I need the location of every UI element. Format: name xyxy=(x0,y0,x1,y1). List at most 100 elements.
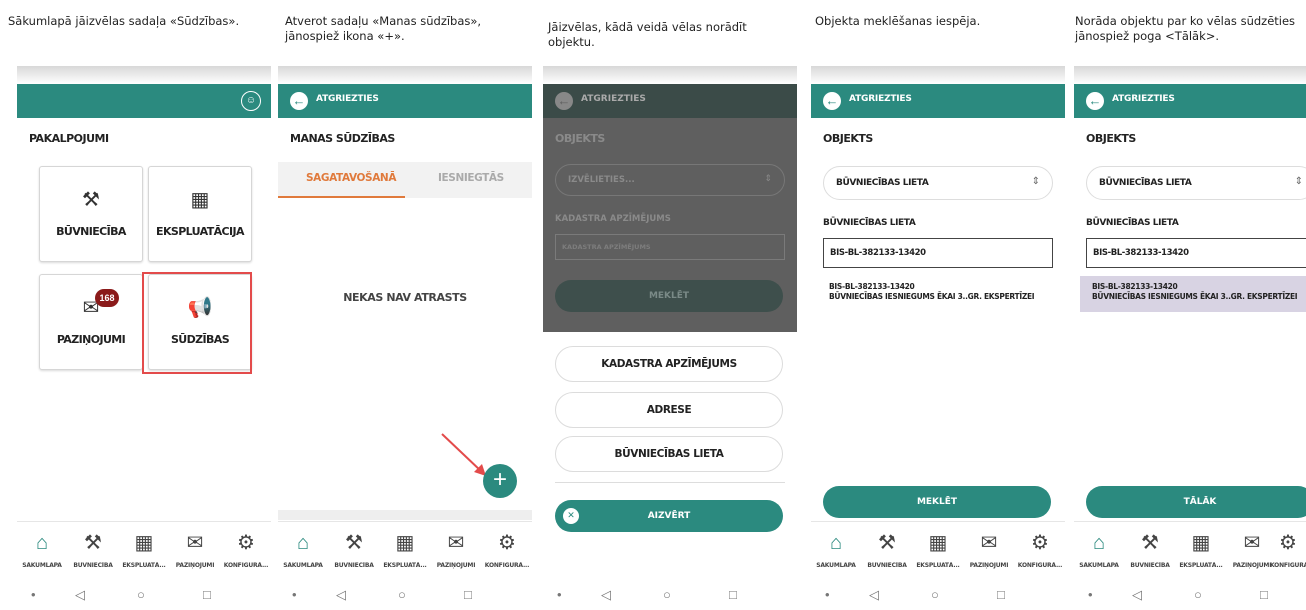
home-icon: ⌂ xyxy=(296,532,310,554)
nav-label: BŪVNIECĪBA xyxy=(867,562,907,569)
bottom-nav: ⌂ SĀKUMLAPA ⚒ BŪVNIECĪBA ▦ EKSPLUATĀ... ✉ PA… xyxy=(17,521,271,583)
nav-konfiguracija[interactable]: ⚙ KONFIGURĀ... xyxy=(221,530,271,569)
crane-icon: ⚒ xyxy=(1141,532,1159,554)
nav-label: PAZIŅOJUMI xyxy=(436,562,476,569)
object-type-select[interactable]: BŪVNIECĪBAS LIETA ⇕ xyxy=(823,166,1053,200)
tile-label: BŪVNIECĪBA xyxy=(56,225,126,238)
bottom-nav: ⌂ SĀKUMLAPA ⚒ BŪVNIECĪBA ▦ EKSPLUATĀ... ✉ PA… xyxy=(811,521,1065,583)
home-circle-icon[interactable]: ○ xyxy=(931,587,939,602)
nav-label: KONFIGURĀ... xyxy=(223,562,269,569)
caption-step-5: Norāda objektu par ko vēlas sūdzēties jā… xyxy=(1075,14,1296,43)
crane-icon: ⚒ xyxy=(84,532,102,554)
nav-ekspluatacija[interactable]: ▦ EKSPLUATĀ... xyxy=(1176,530,1226,569)
search-button[interactable]: MEKLĒT xyxy=(823,486,1051,518)
recents-square-icon[interactable]: □ xyxy=(729,587,737,602)
nav-ekspluatacija[interactable]: ▦ EKSPLUATĀ... xyxy=(913,530,963,569)
back-triangle-icon[interactable]: ◁ xyxy=(869,587,879,603)
home-circle-icon[interactable]: ○ xyxy=(398,587,406,602)
back-label[interactable]: ATGRIEZTIES xyxy=(849,94,912,104)
back-triangle-icon[interactable]: ◁ xyxy=(75,587,85,603)
building-icon: ▦ xyxy=(928,532,948,554)
select-placeholder: IZVĒLIETIES... xyxy=(568,175,635,185)
back-arrow-icon: ← xyxy=(555,92,573,110)
recents-square-icon[interactable]: □ xyxy=(464,587,472,602)
home-icon: ⌂ xyxy=(829,532,843,554)
status-bar xyxy=(17,66,271,84)
tile-buvnieciba[interactable]: ⚒ BŪVNIECĪBA xyxy=(39,166,143,262)
nav-label: EKSPLUATĀ... xyxy=(1179,562,1223,569)
nav-label: KONFIGURĀ... xyxy=(484,562,530,569)
screen-home: ☺ PAKALPOJUMI ⚒ BŪVNIECĪBA ▦ EKSPLUATĀCI… xyxy=(17,66,271,610)
screen-object-selected: ← ATGRIEZTIES OBJEKTS BŪVNIECĪBAS LIETA … xyxy=(1074,66,1306,610)
search-result[interactable]: BIS-BL-382133-13420 BŪVNIECĪBAS IESNIEGU… xyxy=(823,276,1065,308)
crane-icon: ⚒ xyxy=(878,532,896,554)
building-icon: ▦ xyxy=(395,532,415,554)
dot-icon: • xyxy=(557,587,562,602)
system-nav-bar: • ◁ ○ □ xyxy=(1074,585,1306,610)
nav-home[interactable]: ⌂ SĀKUMLAPA xyxy=(17,530,67,569)
home-circle-icon[interactable]: ○ xyxy=(1194,587,1202,602)
case-number-input[interactable]: BIS-BL-382133-13420 xyxy=(823,238,1053,268)
back-triangle-icon[interactable]: ◁ xyxy=(1132,587,1142,603)
page-title: OBJEKTS xyxy=(555,132,605,145)
input-placeholder: KADASTRA APZĪMĒJUMS xyxy=(562,243,651,251)
app-bar: ← ATGRIEZTIES xyxy=(543,84,797,118)
nav-ekspluatacija[interactable]: ▦ EKSPLUATĀ... xyxy=(119,530,169,569)
back-arrow-icon[interactable]: ← xyxy=(1086,92,1104,110)
back-triangle-icon[interactable]: ◁ xyxy=(336,587,346,603)
notification-badge: 168 xyxy=(95,289,119,307)
back-arrow-icon[interactable]: ← xyxy=(823,92,841,110)
nav-konfiguracija[interactable]: ⚙ KONFIGURĀ... xyxy=(482,530,532,569)
tile-pazinojumi[interactable]: ✉ 168 PAZIŅOJUMI xyxy=(39,274,143,370)
nav-ekspluatacija[interactable]: ▦ EKSPLUATĀ... xyxy=(380,530,430,569)
highlight-box xyxy=(142,272,252,374)
nav-konfiguracija[interactable]: ⚙ KONFIGURĀ... xyxy=(1015,530,1065,569)
nav-pazinojumi[interactable]: ✉ PAZIŅOJUMI xyxy=(431,530,481,569)
back-label[interactable]: ATGRIEZTIES xyxy=(1112,94,1175,104)
gear-icon: ⚙ xyxy=(237,532,255,554)
case-number-input[interactable]: BIS-BL-382133-13420 xyxy=(1086,238,1306,268)
back-triangle-icon[interactable]: ◁ xyxy=(601,587,611,603)
search-button: MEKLĒT xyxy=(555,280,783,312)
recents-square-icon[interactable]: □ xyxy=(997,587,1005,602)
chevron-updown-icon: ⇕ xyxy=(1294,176,1303,187)
building-icon: ▦ xyxy=(134,532,154,554)
close-button[interactable]: ✕ AIZVĒRT xyxy=(555,500,783,532)
result-id: BIS-BL-382133-13420 xyxy=(1092,282,1178,291)
crane-icon: ⚒ xyxy=(345,532,363,554)
dot-icon: • xyxy=(825,587,830,602)
recents-square-icon[interactable]: □ xyxy=(1260,587,1268,602)
chevron-updown-icon: ⇕ xyxy=(1031,176,1040,187)
tile-label: PAZIŅOJUMI xyxy=(56,333,126,346)
status-bar xyxy=(1074,66,1306,84)
gear-icon: ⚙ xyxy=(1031,532,1049,554)
nav-home[interactable]: ⌂ SĀKUMLAPA xyxy=(1074,530,1124,569)
home-circle-icon[interactable]: ○ xyxy=(663,587,671,602)
nav-buvnieciba[interactable]: ⚒ BŪVNIECĪBA xyxy=(68,530,118,569)
recents-square-icon[interactable]: □ xyxy=(203,587,211,602)
home-circle-icon[interactable]: ○ xyxy=(137,587,145,602)
option-buvniecibas-lieta[interactable]: BŪVNIECĪBAS LIETA xyxy=(555,436,783,472)
user-icon[interactable]: ☺ xyxy=(241,91,261,111)
nav-buvnieciba[interactable]: ⚒ BŪVNIECĪBA xyxy=(862,530,912,569)
nav-home[interactable]: ⌂ SĀKUMLAPA xyxy=(278,530,328,569)
system-nav-bar: • ◁ ○ □ xyxy=(811,585,1065,610)
add-button[interactable]: + xyxy=(483,464,517,498)
nav-home[interactable]: ⌂ SĀKUMLAPA xyxy=(811,530,861,569)
nav-konfiguracija[interactable]: ⚙ KONFIGURĀ... xyxy=(1270,530,1306,569)
next-button[interactable]: TĀLĀK xyxy=(1086,486,1306,518)
selected-result[interactable]: BIS-BL-382133-13420 BŪVNIECĪBAS IESNIEGU… xyxy=(1080,276,1306,312)
back-label: ATGRIEZTIES xyxy=(581,94,646,104)
nav-buvnieciba[interactable]: ⚒ BŪVNIECĪBA xyxy=(329,530,379,569)
nav-buvnieciba[interactable]: ⚒ BŪVNIECĪBA xyxy=(1125,530,1175,569)
caption-step-4: Objekta meklēšanas iespēja. xyxy=(815,14,981,28)
nav-pazinojumi[interactable]: ✉ PAZIŅOJUMI xyxy=(964,530,1014,569)
home-icon: ⌂ xyxy=(1092,532,1106,554)
option-kadastra-apzimejums[interactable]: KADASTRA APZĪMĒJUMS xyxy=(555,346,783,382)
divider xyxy=(555,482,785,483)
object-type-select[interactable]: BŪVNIECĪBAS LIETA ⇕ xyxy=(1086,166,1306,200)
nav-pazinojumi[interactable]: ✉ PAZIŅOJUMI xyxy=(170,530,220,569)
screen-manas-sudzibas: ← ATGRIEZTIES MANAS SŪDZĪBAS SAGATAVOŠAN… xyxy=(278,66,532,610)
option-adrese[interactable]: ADRESE xyxy=(555,392,783,428)
tile-ekspluatacija[interactable]: ▦ EKSPLUATĀCIJA xyxy=(148,166,252,262)
